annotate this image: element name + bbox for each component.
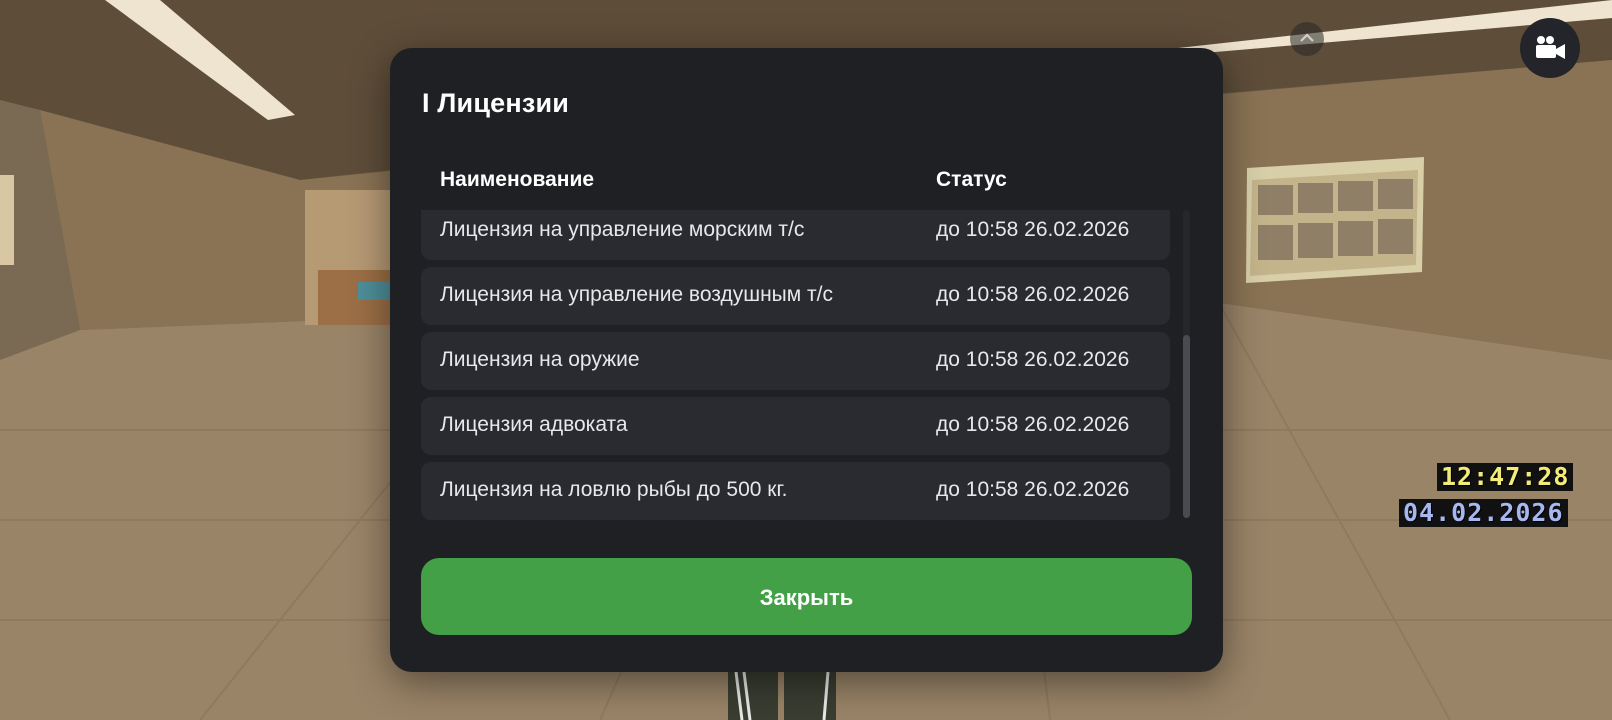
license-status: до 10:58 26.02.2026 bbox=[936, 478, 1130, 501]
scrollbar-thumb[interactable] bbox=[1183, 335, 1190, 518]
video-camera-icon bbox=[1536, 36, 1565, 59]
license-row: Лицензия адвоката до 10:58 26.02.2026 bbox=[421, 397, 1170, 455]
column-header-status: Статус bbox=[936, 168, 1007, 191]
close-button[interactable]: Закрыть bbox=[421, 558, 1192, 635]
license-row: Лицензия на управление воздушным т/с до … bbox=[421, 267, 1170, 325]
license-name: Лицензия на управление воздушным т/с bbox=[440, 283, 833, 306]
license-name: Лицензия на оружие bbox=[440, 348, 640, 371]
license-row: Лицензия на оружие до 10:58 26.02.2026 bbox=[421, 332, 1170, 390]
list-scrollbar[interactable] bbox=[1183, 210, 1190, 518]
modal-title: I Лицензии bbox=[422, 88, 570, 118]
chevron-up-icon bbox=[1300, 33, 1314, 42]
column-header-name: Наименование bbox=[440, 168, 595, 191]
license-row: Лицензия на ловлю рыбы до 500 кг. до 10:… bbox=[421, 462, 1170, 520]
license-status: до 10:58 26.02.2026 bbox=[936, 348, 1130, 371]
hud-clock-date: 04.02.2026 bbox=[1399, 499, 1568, 527]
licenses-modal: I Лицензии Наименование Статус Лицензия … bbox=[390, 48, 1223, 672]
license-status: до 10:58 26.02.2026 bbox=[936, 218, 1130, 241]
game-scene: 12:47:28 04.02.2026 I Лицензии Наименова… bbox=[0, 0, 1612, 720]
license-name: Лицензия на управление морским т/с bbox=[440, 218, 805, 241]
license-row: Лицензия на управление морским т/с до 10… bbox=[421, 210, 1170, 260]
license-name: Лицензия на ловлю рыбы до 500 кг. bbox=[440, 478, 788, 501]
license-status: до 10:58 26.02.2026 bbox=[936, 413, 1130, 436]
licenses-list[interactable]: Лицензия на управление морским т/с до 10… bbox=[421, 210, 1170, 568]
camera-button[interactable] bbox=[1520, 18, 1580, 78]
collapse-chevron-button[interactable] bbox=[1290, 22, 1324, 56]
hud-clock-time: 12:47:28 bbox=[1437, 463, 1574, 491]
license-status: до 10:58 26.02.2026 bbox=[936, 283, 1130, 306]
license-name: Лицензия адвоката bbox=[440, 413, 628, 436]
